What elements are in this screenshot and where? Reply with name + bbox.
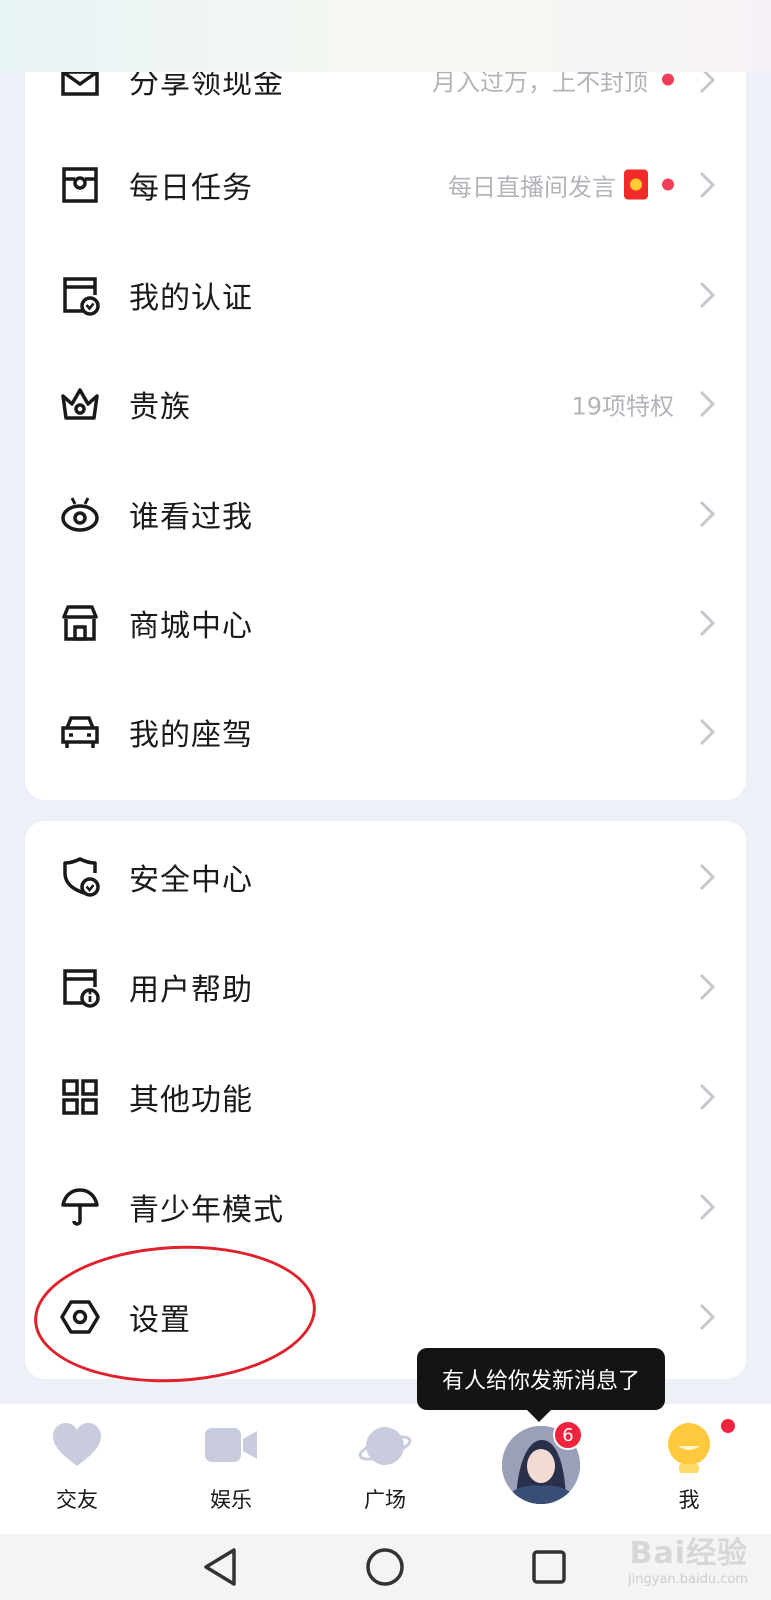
new-message-tooltip[interactable]: 有人给你发新消息了 — [417, 1348, 665, 1422]
menu-item-teen-mode[interactable]: 青少年模式 — [25, 1151, 746, 1262]
task-icon — [58, 163, 102, 207]
notification-dot — [662, 178, 674, 191]
hint-text: 19项特权 — [571, 392, 674, 420]
menu-item-my-car[interactable]: 我的座驾 — [25, 676, 746, 787]
help-icon — [58, 965, 102, 1009]
tab-label: 娱乐 — [210, 1488, 252, 1512]
menu-item-label: 每日任务 — [129, 170, 253, 206]
menu-item-label: 青少年模式 — [129, 1192, 284, 1228]
menu-item-label: 贵族 — [129, 389, 191, 425]
menu-item-other-functions[interactable]: 其他功能 — [25, 1041, 746, 1152]
menu-item-label: 其他功能 — [129, 1082, 253, 1118]
unread-count-badge: 6 — [553, 1420, 583, 1450]
notification-dot — [721, 1419, 735, 1433]
umbrella-icon — [58, 1185, 102, 1229]
back-icon[interactable] — [198, 1544, 244, 1590]
car-icon — [58, 710, 102, 754]
chevron-right-icon — [699, 1083, 716, 1110]
grid-icon — [58, 1075, 102, 1119]
watermark-url: jingyan.baidu.com — [628, 1572, 748, 1587]
chevron-right-icon — [699, 390, 716, 417]
menu-item-store-center[interactable]: 商城中心 — [25, 567, 746, 678]
watermark-logo-text: Bai经验 — [629, 1536, 748, 1571]
status-bar-area — [0, 0, 771, 72]
tab-label: 我 — [678, 1488, 700, 1512]
watermark: Bai经验 jingyan.baidu.com — [588, 1528, 748, 1588]
tab-entertainment[interactable]: 娱乐 — [176, 1404, 286, 1534]
tab-label: 广场 — [364, 1488, 406, 1512]
certificate-icon — [58, 273, 102, 317]
tab-make-friends[interactable]: 交友 — [22, 1404, 132, 1534]
shield-icon — [58, 855, 102, 899]
menu-card-primary: 分享领现金 月入过万，上不封顶 每日任务 每日直播间发言 我的认证 贵族 19项… — [25, 40, 746, 800]
red-packet-icon — [624, 169, 648, 200]
store-icon — [58, 601, 102, 645]
home-icon[interactable] — [362, 1544, 408, 1590]
menu-item-label: 我的认证 — [129, 280, 253, 316]
chevron-right-icon — [699, 171, 716, 198]
me-icon — [664, 1422, 714, 1478]
video-camera-icon — [204, 1422, 258, 1472]
recents-icon[interactable] — [526, 1544, 572, 1590]
chevron-right-icon — [699, 1193, 716, 1220]
chevron-right-icon — [699, 500, 716, 527]
chevron-right-icon — [699, 718, 716, 745]
menu-item-label: 用户帮助 — [129, 972, 253, 1008]
notification-dot — [662, 73, 674, 86]
eye-icon — [58, 492, 102, 536]
bottom-tab-bar: 交友 娱乐 广场 我 — [0, 1404, 771, 1534]
hint-text: 每日直播间发言 — [448, 173, 616, 201]
menu-item-user-help[interactable]: 用户帮助 — [25, 931, 746, 1042]
menu-item-daily-task[interactable]: 每日任务 每日直播间发言 — [25, 129, 746, 240]
menu-item-hint: 每日直播间发言 — [448, 167, 674, 202]
menu-item-certification[interactable]: 我的认证 — [25, 239, 746, 350]
chevron-right-icon — [699, 1303, 716, 1330]
menu-item-label: 安全中心 — [129, 862, 253, 898]
heart-icon — [51, 1422, 103, 1472]
chevron-right-icon — [699, 609, 716, 636]
chevron-right-icon — [699, 863, 716, 890]
menu-item-label: 谁看过我 — [129, 499, 253, 535]
menu-item-hint: 19项特权 — [571, 386, 674, 421]
crown-icon — [58, 382, 102, 426]
menu-item-security-center[interactable]: 安全中心 — [25, 821, 746, 932]
chevron-right-icon — [699, 281, 716, 308]
tab-label: 交友 — [56, 1488, 98, 1512]
menu-item-nobility[interactable]: 贵族 19项特权 — [25, 348, 746, 459]
planet-icon — [358, 1422, 412, 1474]
menu-item-label: 我的座驾 — [129, 717, 253, 753]
tab-plaza[interactable]: 广场 — [330, 1404, 440, 1534]
menu-item-label: 商城中心 — [129, 608, 253, 644]
menu-item-who-viewed-me[interactable]: 谁看过我 — [25, 458, 746, 569]
chevron-right-icon — [699, 973, 716, 1000]
